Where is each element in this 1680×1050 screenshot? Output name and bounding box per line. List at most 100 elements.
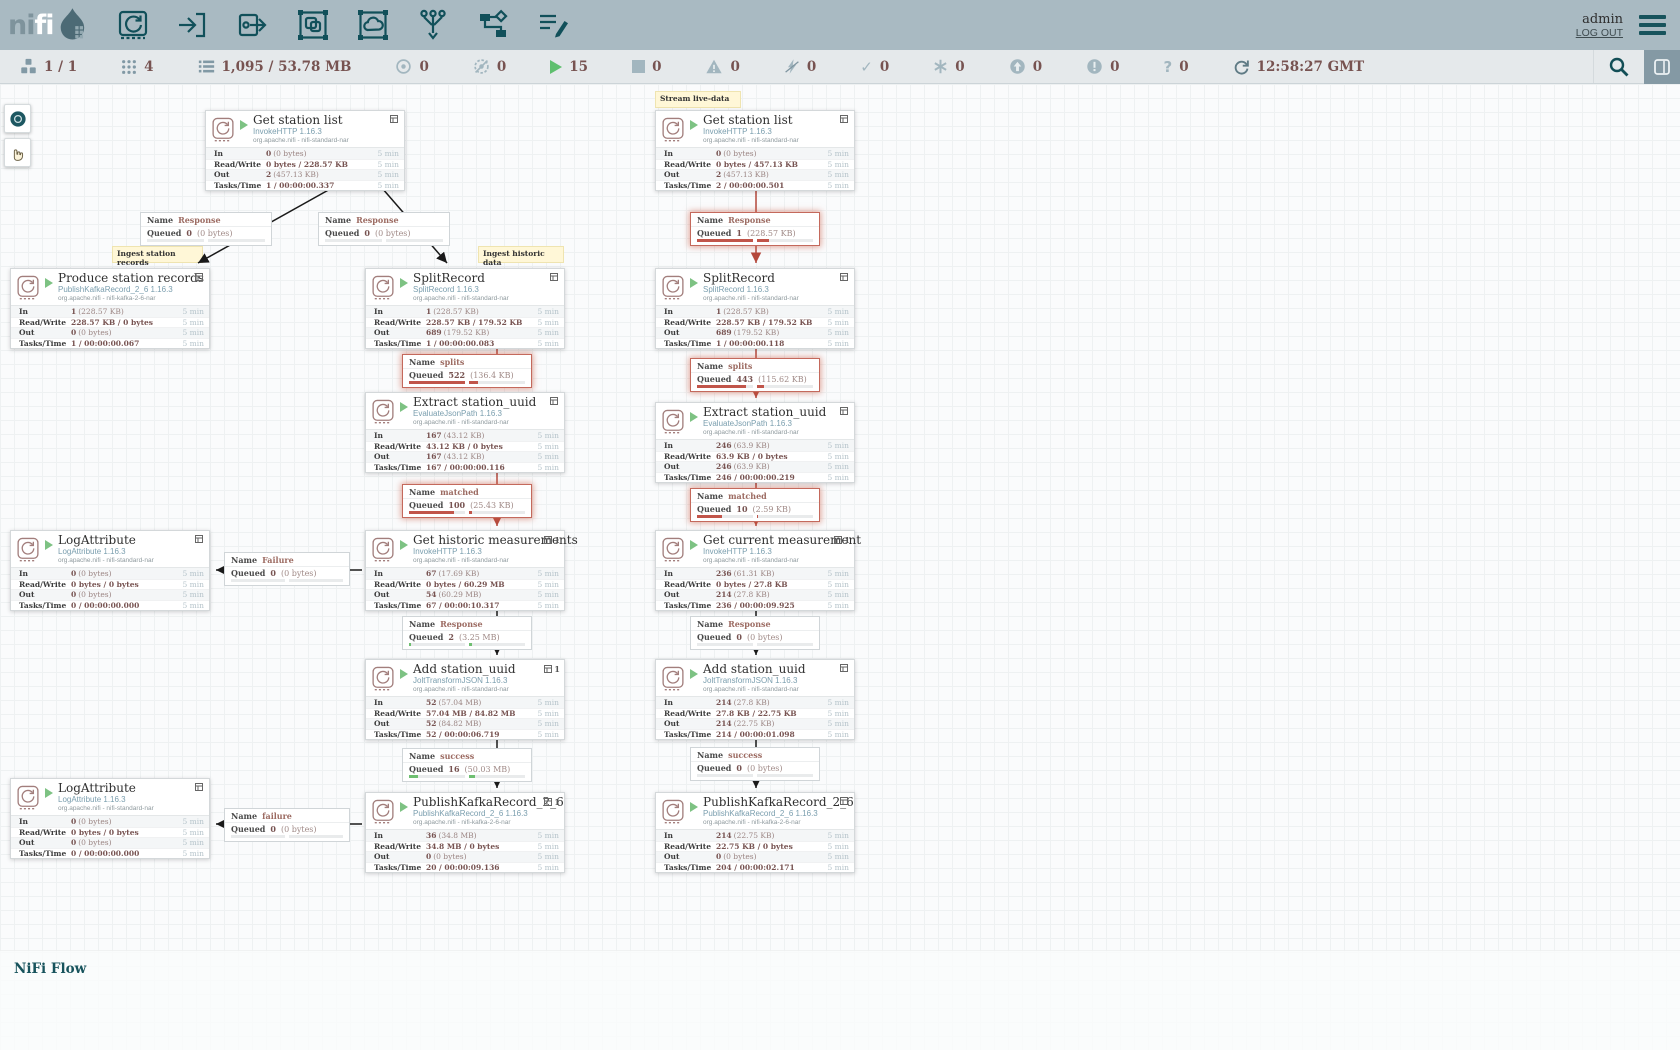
nifi-logo: nifi xyxy=(0,6,100,44)
processor-node[interactable]: Produce station records PublishKafkaReco… xyxy=(10,268,210,349)
running-status-icon xyxy=(400,278,408,288)
logo-text-fi: fi xyxy=(34,10,53,41)
status-not-transmitting: 0 xyxy=(473,58,506,75)
processor-node[interactable]: LogAttribute LogAttribute 1.16.3 org.apa… xyxy=(10,778,210,859)
running-status-icon xyxy=(400,402,408,412)
backpressure-count-bar xyxy=(409,381,465,384)
processor-node[interactable]: Add station_uuid JoltTransformJSON 1.16.… xyxy=(655,659,855,740)
stat-label: Out xyxy=(19,590,71,599)
stat-row: Out0(0 bytes)5 min xyxy=(11,327,209,338)
processor-title: SplitRecord xyxy=(413,272,509,285)
connection-queue-label[interactable]: Name failure Queued 0 (0 bytes) xyxy=(224,808,350,842)
connection-queue-label[interactable]: Name matched Queued 100 (25.43 KB) xyxy=(402,484,532,518)
stat-label: In xyxy=(374,569,426,578)
processor-stats: In214(22.75 KB)5 minRead/Write22.75 KB /… xyxy=(656,829,854,872)
connection-queue-label[interactable]: Name Response Queued 0 (0 bytes) xyxy=(140,212,272,246)
breadcrumb-root[interactable]: NiFi Flow xyxy=(0,951,86,977)
connection-queue-label[interactable]: Name Response Queued 2 (3.25 MB) xyxy=(402,616,532,650)
stat-label: Out xyxy=(664,590,716,599)
global-menu-icon[interactable] xyxy=(1639,15,1666,35)
logout-link[interactable]: LOG OUT xyxy=(1576,27,1623,39)
backpressure-count-bar xyxy=(147,239,204,242)
stat-window: 5 min xyxy=(538,580,560,589)
stat-label: Out xyxy=(214,170,266,179)
connection-queue-label[interactable]: Name Response Queued 0 (0 bytes) xyxy=(318,212,450,246)
birdseye-toggle-button[interactable] xyxy=(1644,50,1680,84)
processor-title: Produce station records xyxy=(58,272,204,285)
stat-strong: 1 / 00:00:00.118 xyxy=(716,339,784,348)
template-icon[interactable] xyxy=(474,6,512,44)
processor-type: InvokeHTTP 1.16.3 xyxy=(703,547,861,557)
connection-queue-label[interactable]: Name splits Queued 522 (136.4 KB) xyxy=(402,354,532,388)
active-threads-count: 1 xyxy=(554,797,560,807)
connection-queue-label[interactable]: Name Response Queued 0 (0 bytes) xyxy=(690,616,820,650)
processor-node[interactable]: Extract station_uuid EvaluateJsonPath 1.… xyxy=(365,392,565,473)
processor-node[interactable]: SplitRecord SplitRecord 1.16.3 org.apach… xyxy=(365,268,565,349)
processor-node[interactable]: Get station list InvokeHTTP 1.16.3 org.a… xyxy=(205,110,405,191)
connection-queue-label[interactable]: Name Failure Queued 0 (0 bytes) xyxy=(224,552,350,586)
navigate-palette-button[interactable] xyxy=(4,104,31,133)
stat-window: 5 min xyxy=(828,441,850,450)
processor-type-icon xyxy=(659,115,687,150)
stat-strong: 0 bytes / 457.13 KB xyxy=(716,160,798,169)
processor-bundle: org.apache.nifi - nifi-standard-nar xyxy=(703,137,799,145)
output-port-icon[interactable] xyxy=(234,6,272,44)
stat-strong: 67 / 00:00:10.317 xyxy=(426,601,500,610)
queued-size: (0 bytes) xyxy=(747,764,783,773)
input-port-icon[interactable] xyxy=(174,6,212,44)
processor-icon[interactable] xyxy=(114,6,152,44)
connection-queue-label[interactable]: Name success Queued 0 (0 bytes) xyxy=(690,747,820,781)
connection-queue-label[interactable]: Name success Queued 16 (50.03 MB) xyxy=(402,748,532,782)
processor-node[interactable]: SplitRecord SplitRecord 1.16.3 org.apach… xyxy=(655,268,855,349)
active-threads-badge xyxy=(195,535,205,543)
processor-node[interactable]: Get current measurement InvokeHTTP 1.16.… xyxy=(655,530,855,611)
tasks-icon xyxy=(195,273,203,281)
queued-size: (228.57 KB) xyxy=(747,229,796,238)
connection-queue-label[interactable]: Name matched Queued 10 (2.59 KB) xyxy=(690,488,820,522)
stat-row: Read/Write0 bytes / 0 bytes5 min xyxy=(11,579,209,590)
stat-strong: 0 bytes / 228.57 KB xyxy=(266,160,348,169)
processor-node[interactable]: Get station list InvokeHTTP 1.16.3 org.a… xyxy=(655,110,855,191)
backpressure-bars xyxy=(691,385,819,391)
processor-stats: In36(34.8 MB)5 minRead/Write34.8 MB / 0 … xyxy=(366,829,564,872)
tasks-icon xyxy=(195,535,203,543)
processor-stats: In52(57.04 MB)5 minRead/Write57.04 MB / … xyxy=(366,696,564,739)
stat-window: 5 min xyxy=(828,698,850,707)
stat-window: 5 min xyxy=(828,318,850,327)
stat-rest: (34.8 MB) xyxy=(438,831,476,840)
connection-queue-label[interactable]: Name Response Queued 1 (228.57 KB) xyxy=(690,212,820,246)
stat-window: 5 min xyxy=(828,452,850,461)
search-button[interactable] xyxy=(1593,50,1644,83)
stat-strong: 246 / 00:00:00.219 xyxy=(716,473,795,482)
stat-strong: 0 bytes / 0 bytes xyxy=(71,580,139,589)
connection-queue-label[interactable]: Name splits Queued 443 (115.62 KB) xyxy=(690,358,820,392)
flow-canvas[interactable]: Stream live-data Ingest station records … xyxy=(0,0,1680,1050)
processor-node[interactable]: LogAttribute LogAttribute 1.16.3 org.apa… xyxy=(10,530,210,611)
queued-size: (50.03 MB) xyxy=(465,765,511,774)
stat-label: In xyxy=(374,698,426,707)
processor-title: Extract station_uuid xyxy=(703,406,826,419)
stat-rest: (60.29 MB) xyxy=(438,590,481,599)
stat-window: 5 min xyxy=(828,842,850,851)
stat-window: 5 min xyxy=(828,160,850,169)
processor-node[interactable]: PublishKafkaRecord_2_6 PublishKafkaRecor… xyxy=(655,792,855,873)
processor-node[interactable]: Add station_uuid JoltTransformJSON 1.16.… xyxy=(365,659,565,740)
status-refresh[interactable]: 12:58:27 GMT xyxy=(1233,58,1365,75)
processor-stats: In1(228.57 KB)5 minRead/Write228.57 KB /… xyxy=(656,305,854,348)
processor-node[interactable]: Extract station_uuid EvaluateJsonPath 1.… xyxy=(655,402,855,483)
queued-count: 16 xyxy=(448,764,459,774)
remote-process-group-icon[interactable] xyxy=(354,6,392,44)
processor-type: EvaluateJsonPath 1.16.3 xyxy=(703,419,826,429)
relationship-name: Response xyxy=(440,619,483,629)
stat-rest: (17.69 KB) xyxy=(438,569,479,578)
funnel-icon[interactable] xyxy=(414,6,452,44)
processor-node[interactable]: Get historic measurements InvokeHTTP 1.1… xyxy=(365,530,565,611)
stat-label: Tasks/Time xyxy=(214,181,266,190)
operate-palette-button[interactable] xyxy=(4,138,31,167)
processor-type-icon xyxy=(659,407,687,442)
processor-node[interactable]: PublishKafkaRecord_2_6 PublishKafkaRecor… xyxy=(365,792,565,873)
processor-bundle: org.apache.nifi - nifi-standard-nar xyxy=(413,419,536,427)
label-icon[interactable] xyxy=(534,6,572,44)
stat-window: 5 min xyxy=(538,307,560,316)
process-group-icon[interactable] xyxy=(294,6,332,44)
